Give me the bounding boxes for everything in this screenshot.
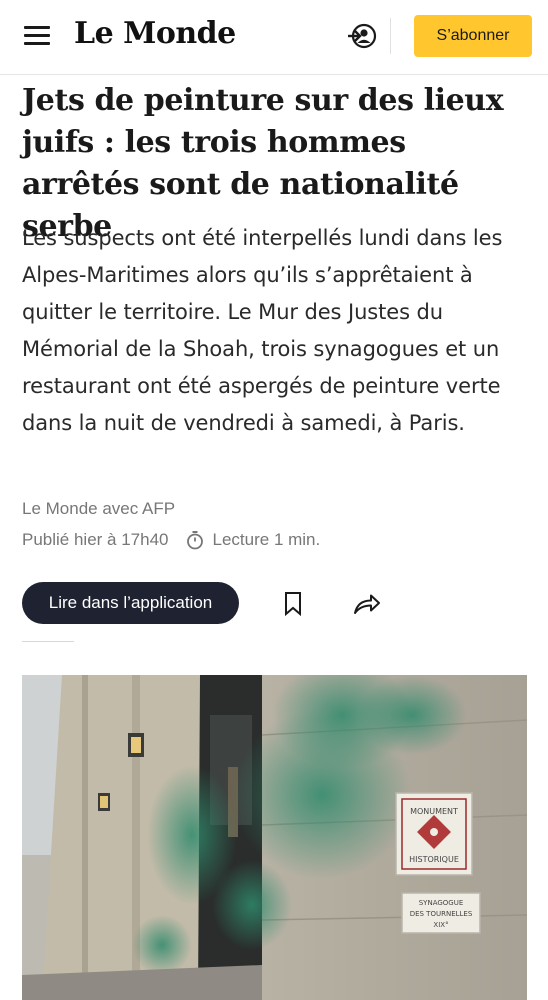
reading-time: Lecture 1 min.: [212, 530, 321, 549]
account-login-icon[interactable]: [346, 22, 378, 50]
plaque-tournelles-line: DES TOURNELLES: [410, 910, 473, 918]
article-photo[interactable]: MONUMENT HISTORIQUE SYNAGOGUE DES TOURNE…: [22, 675, 527, 1000]
hamburger-menu-icon[interactable]: [24, 26, 50, 46]
plaque-synagogue-line: SYNAGOGUE: [419, 899, 464, 907]
header-divider: [390, 18, 391, 54]
article-meta: Publié hier à 17h40 Lecture 1 min.: [22, 530, 320, 550]
subscribe-button[interactable]: S’abonner: [414, 15, 532, 57]
article-lede: Les suspects ont été interpellés lundi d…: [22, 226, 503, 435]
synagogue-facade-illustration: MONUMENT HISTORIQUE SYNAGOGUE DES TOURNE…: [22, 675, 527, 1000]
article-byline: Le Monde avec AFP: [22, 499, 176, 518]
top-bar: Le Monde S’abonner: [0, 0, 548, 75]
publish-time: Publié hier à 17h40: [22, 530, 169, 549]
section-divider: [22, 641, 74, 642]
read-in-app-button[interactable]: Lire dans l’application: [22, 582, 239, 624]
plaque-century-line: XIX°: [433, 921, 448, 929]
stopwatch-icon: [185, 530, 205, 550]
bookmark-icon[interactable]: [282, 591, 304, 617]
plaque-monument-line: MONUMENT: [410, 807, 458, 816]
share-icon[interactable]: [352, 592, 382, 616]
plaque-historique-line: HISTORIQUE: [409, 855, 459, 864]
le-monde-logo[interactable]: Le Monde: [74, 16, 236, 51]
